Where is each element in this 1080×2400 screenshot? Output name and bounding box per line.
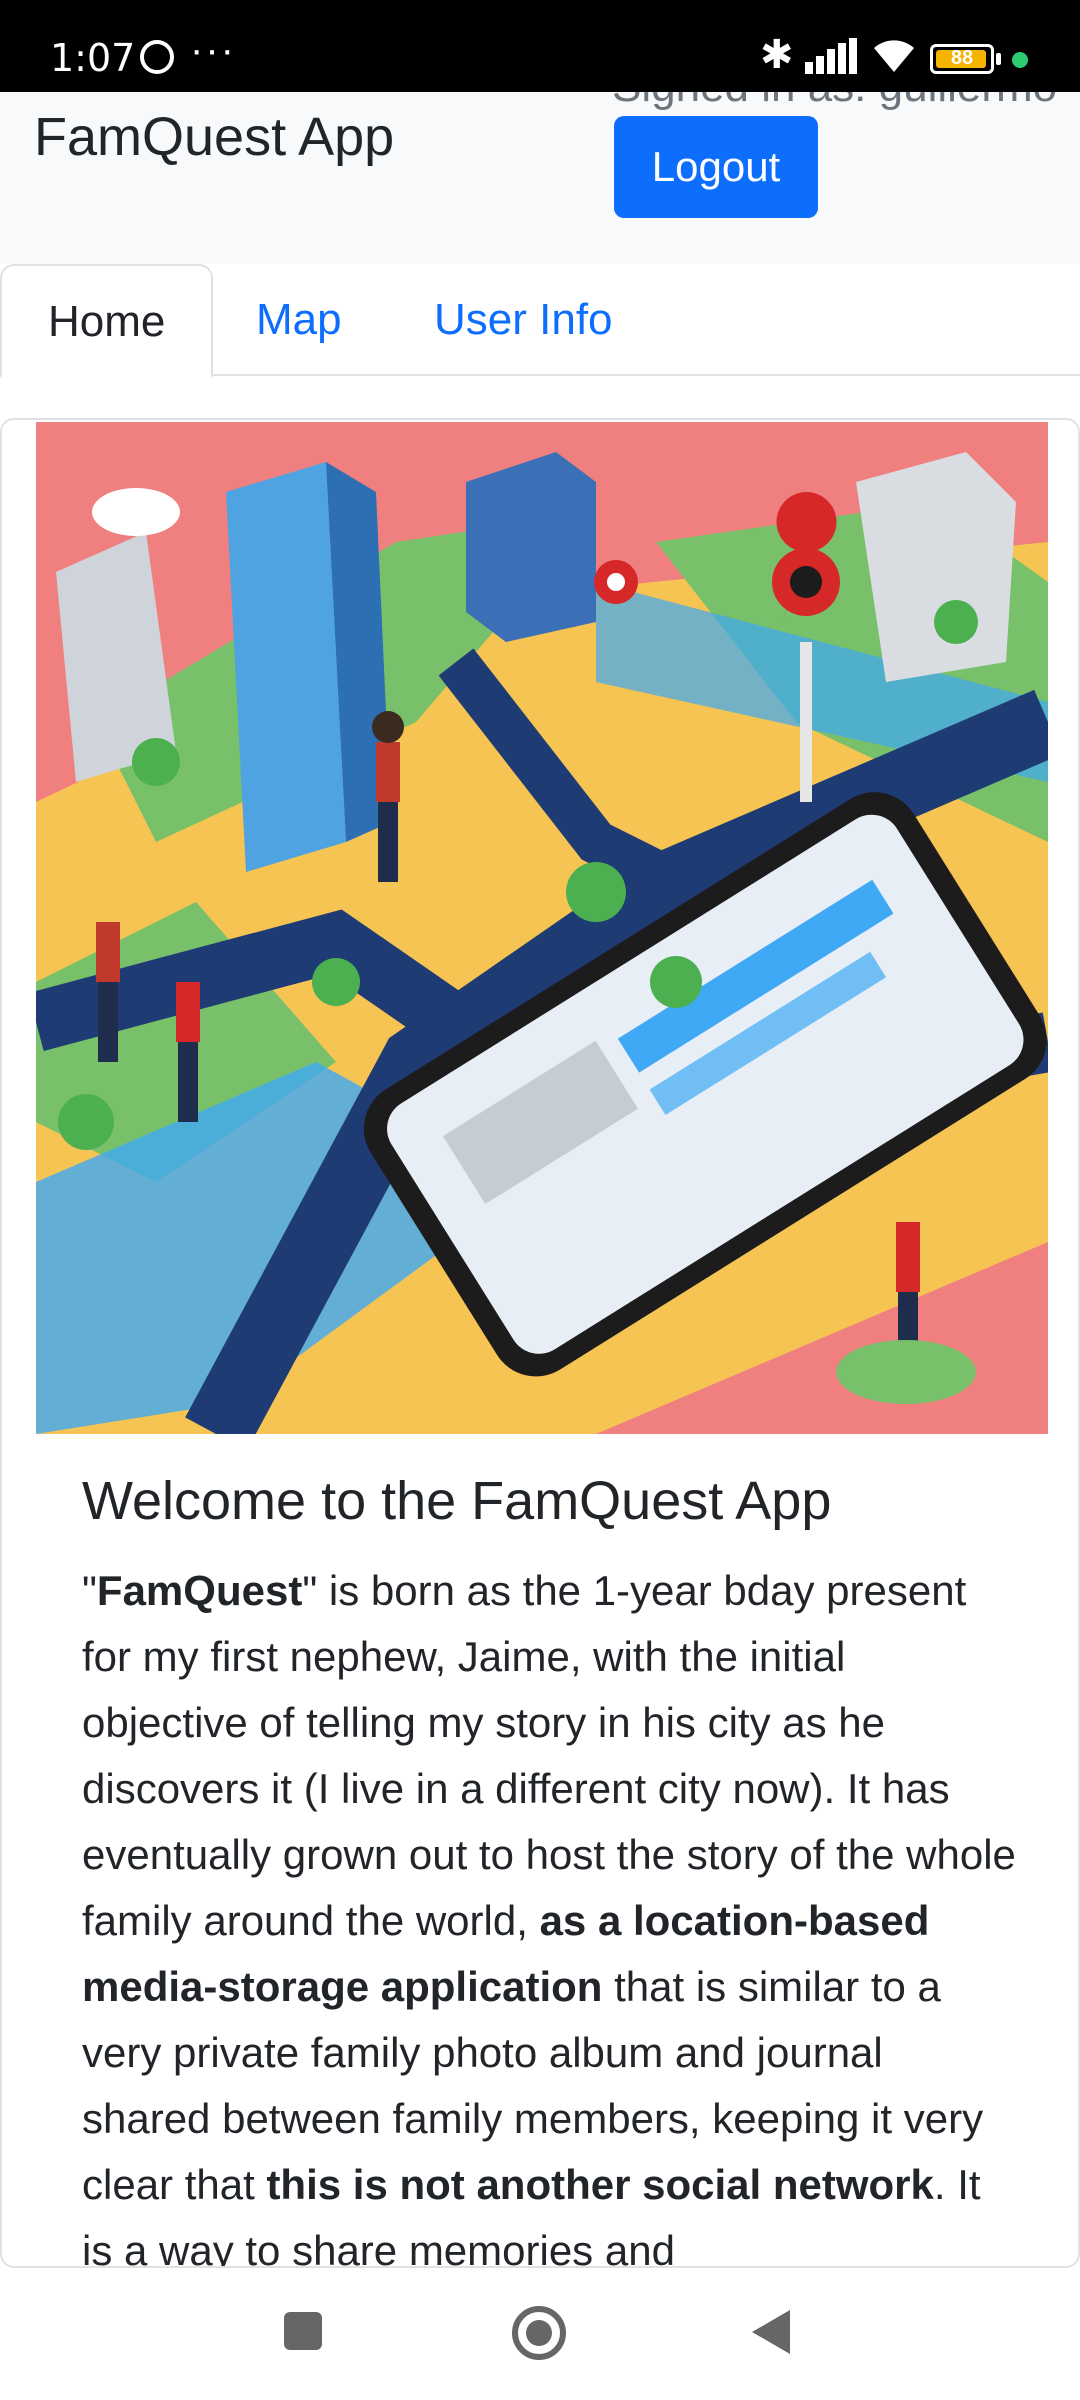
battery-tip bbox=[996, 53, 1001, 65]
system-nav-bar bbox=[0, 2268, 1080, 2400]
text-run: " bbox=[82, 1567, 97, 1614]
text-run-bold: FamQuest bbox=[96, 1567, 303, 1614]
recents-icon[interactable] bbox=[284, 2312, 322, 2350]
app-brand[interactable]: FamQuest App bbox=[34, 106, 394, 168]
app-header: FamQuest App Signed in as: guillermo Log… bbox=[0, 92, 1080, 264]
home-card: Welcome to the FamQuest App "FamQuest" i… bbox=[0, 418, 1080, 2268]
whatsapp-icon bbox=[140, 40, 174, 74]
logout-button[interactable]: Logout bbox=[614, 116, 818, 218]
signal-icon bbox=[805, 38, 857, 74]
tab-map[interactable]: Map bbox=[210, 264, 388, 376]
text-run: " is born as the 1-year bday present for… bbox=[82, 1567, 1016, 1944]
back-icon[interactable] bbox=[752, 2310, 790, 2354]
text-run-bold: this is not another social network bbox=[266, 2161, 934, 2208]
battery-level: 88 bbox=[950, 47, 974, 69]
tab-user-info[interactable]: User Info bbox=[388, 264, 659, 376]
welcome-title: Welcome to the FamQuest App bbox=[82, 1471, 832, 1531]
status-time: 1:07 bbox=[50, 36, 136, 80]
welcome-paragraph: "FamQuest" is born as the 1-year bday pr… bbox=[82, 1558, 1022, 2266]
hero-illustration bbox=[36, 422, 1048, 1434]
tab-home[interactable]: Home bbox=[0, 264, 214, 378]
home-icon[interactable] bbox=[512, 2306, 566, 2360]
signed-in-text: Signed in as: guillermo bbox=[612, 92, 1057, 112]
tab-bar: Home Map User Info bbox=[0, 264, 1080, 378]
wifi-icon bbox=[874, 40, 914, 72]
welcome-section: Welcome to the FamQuest App "FamQuest" i… bbox=[82, 1470, 1022, 2266]
status-bar: 1:07 ··· ✱ 88 bbox=[0, 0, 1080, 92]
status-dot-icon bbox=[1012, 52, 1028, 68]
bluetooth-icon: ✱ bbox=[760, 33, 794, 77]
overflow-dots: ··· bbox=[190, 28, 236, 72]
battery-icon: 88 bbox=[930, 44, 994, 74]
